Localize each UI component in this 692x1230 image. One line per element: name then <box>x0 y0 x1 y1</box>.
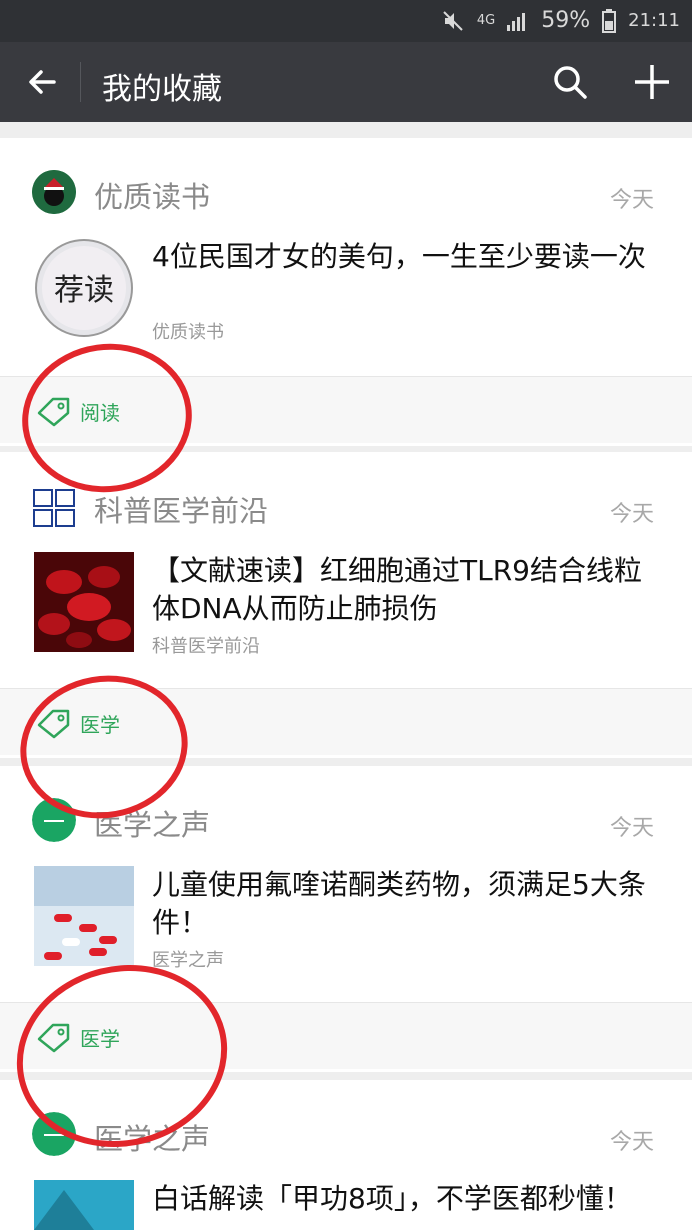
source-avatar <box>32 798 76 842</box>
favorite-card[interactable]: 医学之声 今天 儿童使用氟喹诺酮类药物，须满足5大条件！ 医学之声 医学 <box>0 766 692 1072</box>
source-avatar <box>32 484 76 528</box>
tag-icon <box>37 397 70 427</box>
article-source: 优质读书 <box>152 322 224 343</box>
nav-divider <box>80 62 81 102</box>
article-thumbnail: 荐读 <box>34 238 134 338</box>
add-icon[interactable] <box>632 62 672 102</box>
battery-icon <box>602 8 617 33</box>
source-name: 科普医学前沿 <box>94 494 269 528</box>
source-name: 医学之声 <box>94 808 211 842</box>
tag-label: 阅读 <box>80 401 120 425</box>
source-name: 优质读书 <box>94 180 211 214</box>
source-avatar <box>32 1112 76 1156</box>
back-arrow-icon[interactable] <box>24 64 60 100</box>
saved-time: 今天 <box>609 816 654 841</box>
clock: 21:11 <box>628 10 680 31</box>
article-title[interactable]: 白话解读「甲功8项」，不学医都秒懂！ <box>152 1180 662 1218</box>
tag-bar[interactable]: 医学 <box>0 688 692 755</box>
tag-label: 医学 <box>80 713 120 737</box>
battery-percent: 59% <box>541 8 591 33</box>
article-thumbnail <box>34 866 134 966</box>
article-thumbnail <box>34 552 134 652</box>
source-name: 医学之声 <box>94 1122 211 1156</box>
tag-icon <box>37 709 70 739</box>
tag-icon <box>37 1023 70 1053</box>
article-title[interactable]: 【文献速读】红细胞通过TLR9结合线粒体DNA从而防止肺损伤 <box>152 552 662 628</box>
article-source: 医学之声 <box>152 950 224 971</box>
article-title[interactable]: 4位民国才女的美句，一生至少要读一次 <box>152 238 662 276</box>
svg-text:荐读: 荐读 <box>54 273 114 308</box>
signal-icon <box>507 12 526 31</box>
favorite-card[interactable]: 优质读书 今天 荐读 4位民国才女的美句，一生至少要读一次 优质读书 阅读 <box>0 138 692 446</box>
page-title: 我的收藏 <box>102 72 222 107</box>
watermark: 搜狗指南 <box>515 1146 620 1176</box>
tag-bar[interactable]: 医学 <box>0 1002 692 1069</box>
source-avatar <box>32 170 76 214</box>
article-thumbnail <box>34 1180 134 1230</box>
tag-label: 医学 <box>80 1027 120 1051</box>
saved-time: 今天 <box>609 188 654 213</box>
mute-icon <box>443 10 463 31</box>
favorite-card[interactable]: 科普医学前沿 今天 【文献速读】红细胞通过TLR9结合线粒体DNA从而防止肺损伤… <box>0 452 692 758</box>
tag-bar[interactable]: 阅读 <box>0 376 692 443</box>
article-source: 科普医学前沿 <box>152 636 260 657</box>
search-icon[interactable] <box>552 64 588 100</box>
status-bar: 4G 59% 21:11 <box>0 0 692 42</box>
nav-bar: 我的收藏 <box>0 42 692 122</box>
saved-time: 今天 <box>609 502 654 527</box>
article-title[interactable]: 儿童使用氟喹诺酮类药物，须满足5大条件！ <box>152 866 662 942</box>
network-type: 4G <box>476 13 496 28</box>
